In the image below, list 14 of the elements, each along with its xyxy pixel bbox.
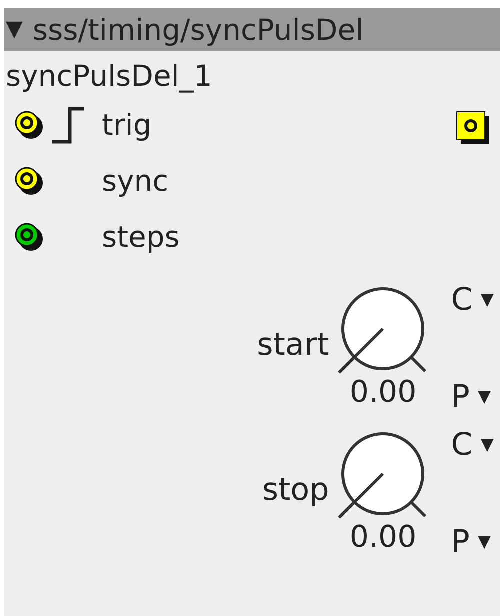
instance-name: syncPulsDel_1	[5, 58, 214, 95]
inlet-label: steps	[102, 220, 180, 254]
knob-value: 0.00	[350, 375, 417, 410]
preset-menu[interactable]: P ▼	[451, 527, 494, 558]
knob-label: start	[257, 327, 330, 363]
preset-menu[interactable]: P ▼	[451, 382, 494, 413]
inlet-label: sync	[102, 164, 169, 198]
knob-value: 0.00	[350, 520, 417, 555]
mode-menu[interactable]: C ▼	[451, 285, 494, 316]
object-title-bar[interactable]: ▼ sss/timing/syncPulsDel	[4, 8, 500, 51]
knob-label: stop	[262, 472, 330, 508]
inlet-label: trig	[102, 108, 152, 142]
outlet-icon[interactable]	[456, 111, 490, 145]
mode-menu[interactable]: C ▼	[451, 430, 494, 461]
